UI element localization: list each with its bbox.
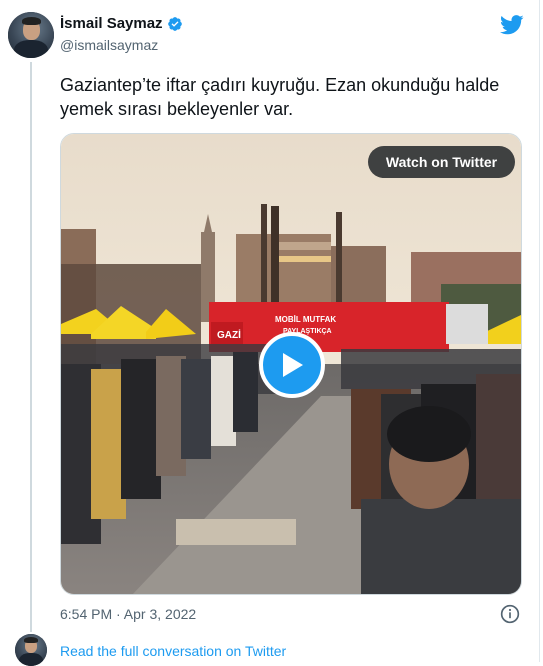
play-icon	[283, 353, 303, 377]
author-name[interactable]: İsmail Saymaz	[60, 15, 163, 32]
footer-avatar[interactable]	[15, 634, 47, 666]
author-avatar[interactable]	[8, 12, 54, 58]
read-full-conversation-link[interactable]: Read the full conversation on Twitter	[60, 643, 286, 659]
truck-brand-text: GAZİ	[217, 328, 241, 341]
play-button[interactable]	[259, 332, 325, 398]
info-icon[interactable]	[500, 604, 520, 624]
author-name-row[interactable]: İsmail Saymaz	[60, 15, 183, 32]
thread-line	[30, 62, 32, 632]
truck-sign-text: MOBİL MUTFAK	[275, 315, 336, 324]
tweet-text: Gaziantep’te iftar çadırı kuyruğu. Ezan …	[60, 75, 500, 119]
tweet-card: İsmail Saymaz @ismailsaymaz Gaziantep’te…	[0, 0, 540, 666]
author-handle[interactable]: @ismailsaymaz	[60, 37, 158, 53]
watch-on-twitter-button[interactable]: Watch on Twitter	[368, 146, 515, 178]
twitter-bird-icon[interactable]	[500, 15, 524, 35]
verified-badge-icon	[167, 16, 182, 31]
video-player[interactable]: GAZİ MOBİL MUTFAK PAYLAŞTIKÇA Watch on T…	[60, 133, 522, 595]
tweet-timestamp[interactable]: 6:54 PM · Apr 3, 2022	[60, 606, 196, 622]
